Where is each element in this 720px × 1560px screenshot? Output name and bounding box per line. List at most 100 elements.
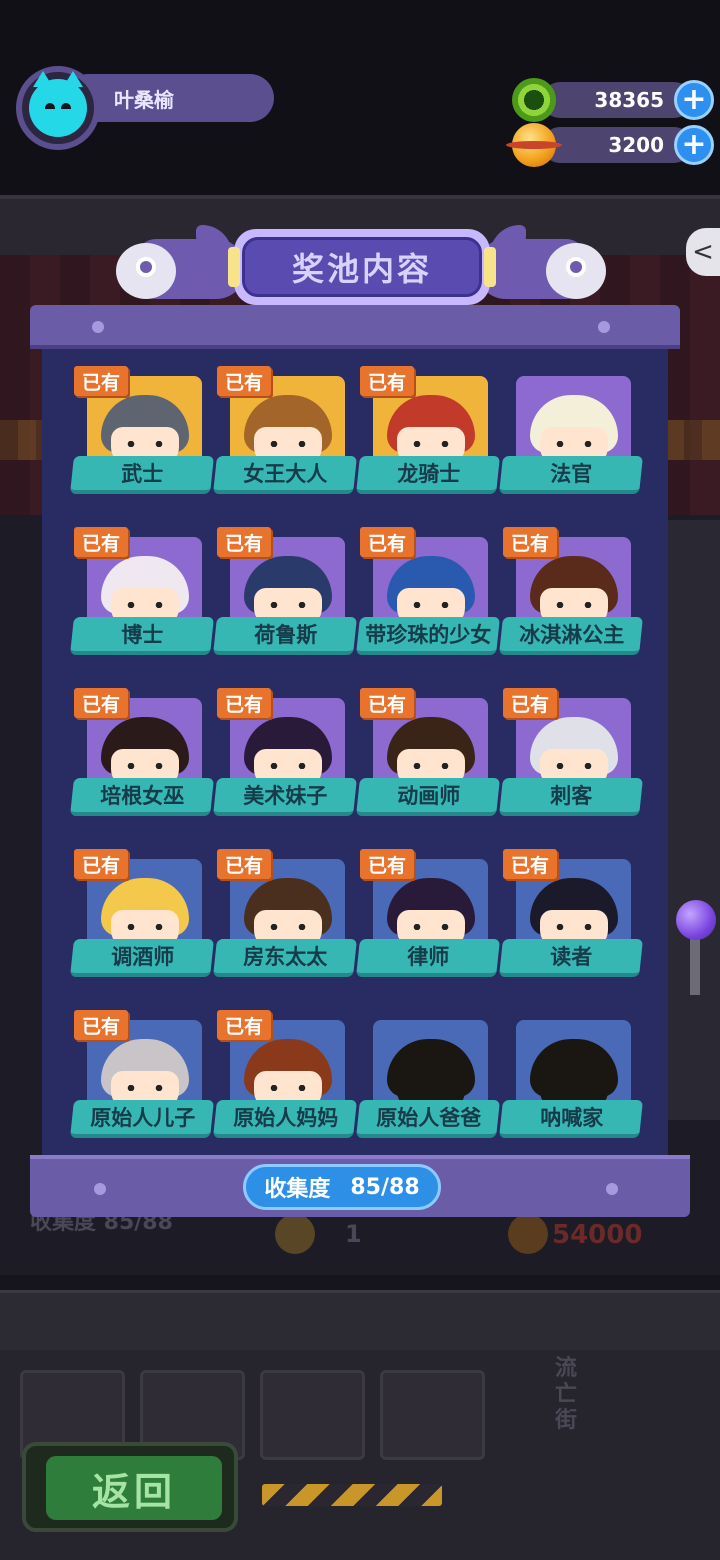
character-name-plate: 刺客 <box>499 778 643 816</box>
character-card[interactable]: 女王大人 已有 <box>213 366 357 506</box>
back-button[interactable]: 返回 <box>22 1442 238 1532</box>
character-name-plate: 原始人妈妈 <box>213 1100 357 1138</box>
character-card[interactable]: 读者 已有 <box>499 849 643 989</box>
character-name-plate: 读者 <box>499 939 643 977</box>
lever-stick <box>690 935 700 995</box>
owned-badge: 已有 <box>217 849 272 879</box>
character-name: 法官 <box>550 462 593 486</box>
character-name: 律师 <box>407 945 450 969</box>
character-name: 刺客 <box>550 784 593 808</box>
side-tab-icon[interactable]: < <box>686 228 720 276</box>
character-card[interactable]: 原始人妈妈 已有 <box>213 1010 357 1148</box>
player-profile[interactable]: 叶桑榆 <box>16 66 274 156</box>
character-name: 女王大人 <box>243 462 328 486</box>
character-name-plate: 荷鲁斯 <box>213 617 357 655</box>
character-name: 房东太太 <box>243 945 328 969</box>
character-name-plate: 美术妹子 <box>213 778 357 816</box>
character-name: 读者 <box>550 945 593 969</box>
character-card[interactable]: 房东太太 已有 <box>213 849 357 989</box>
character-name-plate: 原始人儿子 <box>70 1100 214 1138</box>
character-name: 冰淇淋公主 <box>518 623 624 647</box>
owned-badge: 已有 <box>74 849 129 879</box>
character-grid[interactable]: 武士 已有 女王大人 已有 龙骑士 已有 法官 博士 已有 荷鲁斯 已有 带珍珠的少女 已有 冰淇淋公主已… <box>42 358 664 1148</box>
character-card[interactable]: 呐喊家 <box>499 1010 643 1148</box>
gold-currency: 3200 + <box>506 123 714 167</box>
owned-badge: 已有 <box>74 527 129 557</box>
character-name-plate: 法官 <box>499 456 643 494</box>
owned-badge: 已有 <box>360 688 415 718</box>
add-green-currency-button[interactable]: + <box>674 80 714 120</box>
character-card[interactable]: 律师 已有 <box>356 849 500 989</box>
ghost-count-text: 1 <box>345 1220 362 1248</box>
character-card[interactable]: 法官 <box>499 366 643 506</box>
character-name-plate: 原始人爸爸 <box>356 1100 500 1138</box>
character-name-plate: 调酒师 <box>70 939 214 977</box>
character-name: 调酒师 <box>110 945 174 969</box>
character-name: 原始人爸爸 <box>375 1106 481 1130</box>
fish-left-icon <box>116 225 246 307</box>
owned-badge: 已有 <box>503 527 558 557</box>
owned-badge: 已有 <box>74 1010 129 1040</box>
back-button-label: 返回 <box>46 1456 222 1520</box>
green-currency: 38365 + <box>512 78 714 122</box>
ghost-sign-text: 流亡街 <box>555 1356 578 1433</box>
character-name-plate: 律师 <box>356 939 500 977</box>
owned-badge: 已有 <box>217 366 272 396</box>
panel-title-banner: 奖池内容 <box>116 225 606 315</box>
character-name-plate: 呐喊家 <box>499 1100 643 1138</box>
background-floor <box>0 1290 720 1350</box>
green-gem-icon <box>512 78 556 122</box>
panel-title: 奖池内容 <box>242 237 482 297</box>
cat-avatar-icon <box>29 71 87 137</box>
character-card[interactable]: 动画师 已有 <box>356 688 500 828</box>
character-name-plate: 动画师 <box>356 778 500 816</box>
character-card[interactable]: 龙骑士 已有 <box>356 366 500 506</box>
character-name-plate: 带珍珠的少女 <box>356 617 500 655</box>
collection-value: 85/88 <box>350 1174 420 1200</box>
character-name-plate: 博士 <box>70 617 214 655</box>
character-card[interactable]: 培根女巫 已有 <box>70 688 214 828</box>
character-card[interactable]: 调酒师 已有 <box>70 849 214 989</box>
character-name: 带珍珠的少女 <box>365 623 492 647</box>
owned-badge: 已有 <box>503 849 558 879</box>
console-pad <box>380 1370 485 1460</box>
character-name-plate: 女王大人 <box>213 456 357 494</box>
character-name: 原始人儿子 <box>89 1106 195 1130</box>
owned-badge: 已有 <box>360 527 415 557</box>
character-name-plate: 房东太太 <box>213 939 357 977</box>
owned-badge: 已有 <box>74 366 129 396</box>
hazard-stripe <box>262 1484 442 1506</box>
character-card[interactable]: 荷鲁斯 已有 <box>213 527 357 667</box>
character-card[interactable]: 带珍珠的少女 已有 <box>356 527 500 667</box>
ghost-coin-icon <box>275 1214 315 1254</box>
character-name: 培根女巫 <box>100 784 185 808</box>
character-name: 荷鲁斯 <box>253 623 317 647</box>
add-gold-currency-button[interactable]: + <box>674 125 714 165</box>
character-card[interactable]: 冰淇淋公主 已有 <box>499 527 643 667</box>
owned-badge: 已有 <box>217 688 272 718</box>
green-currency-value: 38365 <box>542 82 692 118</box>
gold-planet-icon <box>506 123 562 167</box>
character-card[interactable]: 美术妹子 已有 <box>213 688 357 828</box>
character-name: 博士 <box>121 623 164 647</box>
character-card[interactable]: 博士 已有 <box>70 527 214 667</box>
character-card[interactable]: 刺客 已有 <box>499 688 643 828</box>
character-name: 呐喊家 <box>539 1106 603 1130</box>
ghost-planet-icon <box>508 1214 548 1254</box>
character-name: 龙骑士 <box>396 462 460 486</box>
owned-badge: 已有 <box>360 366 415 396</box>
character-card[interactable]: 原始人儿子 已有 <box>70 1010 214 1148</box>
character-name: 原始人妈妈 <box>232 1106 338 1130</box>
owned-badge: 已有 <box>217 1010 272 1040</box>
owned-badge: 已有 <box>360 849 415 879</box>
ghost-price-text: 54000 <box>552 1220 643 1250</box>
character-name-plate: 武士 <box>70 456 214 494</box>
character-card[interactable]: 武士 已有 <box>70 366 214 506</box>
collection-label: 收集度 <box>264 1177 331 1202</box>
character-name: 武士 <box>121 462 164 486</box>
owned-badge: 已有 <box>217 527 272 557</box>
character-name-plate: 龙骑士 <box>356 456 500 494</box>
character-card[interactable]: 原始人爸爸 <box>356 1010 500 1148</box>
player-avatar-frame[interactable] <box>16 66 100 150</box>
lever-knob <box>676 900 716 940</box>
